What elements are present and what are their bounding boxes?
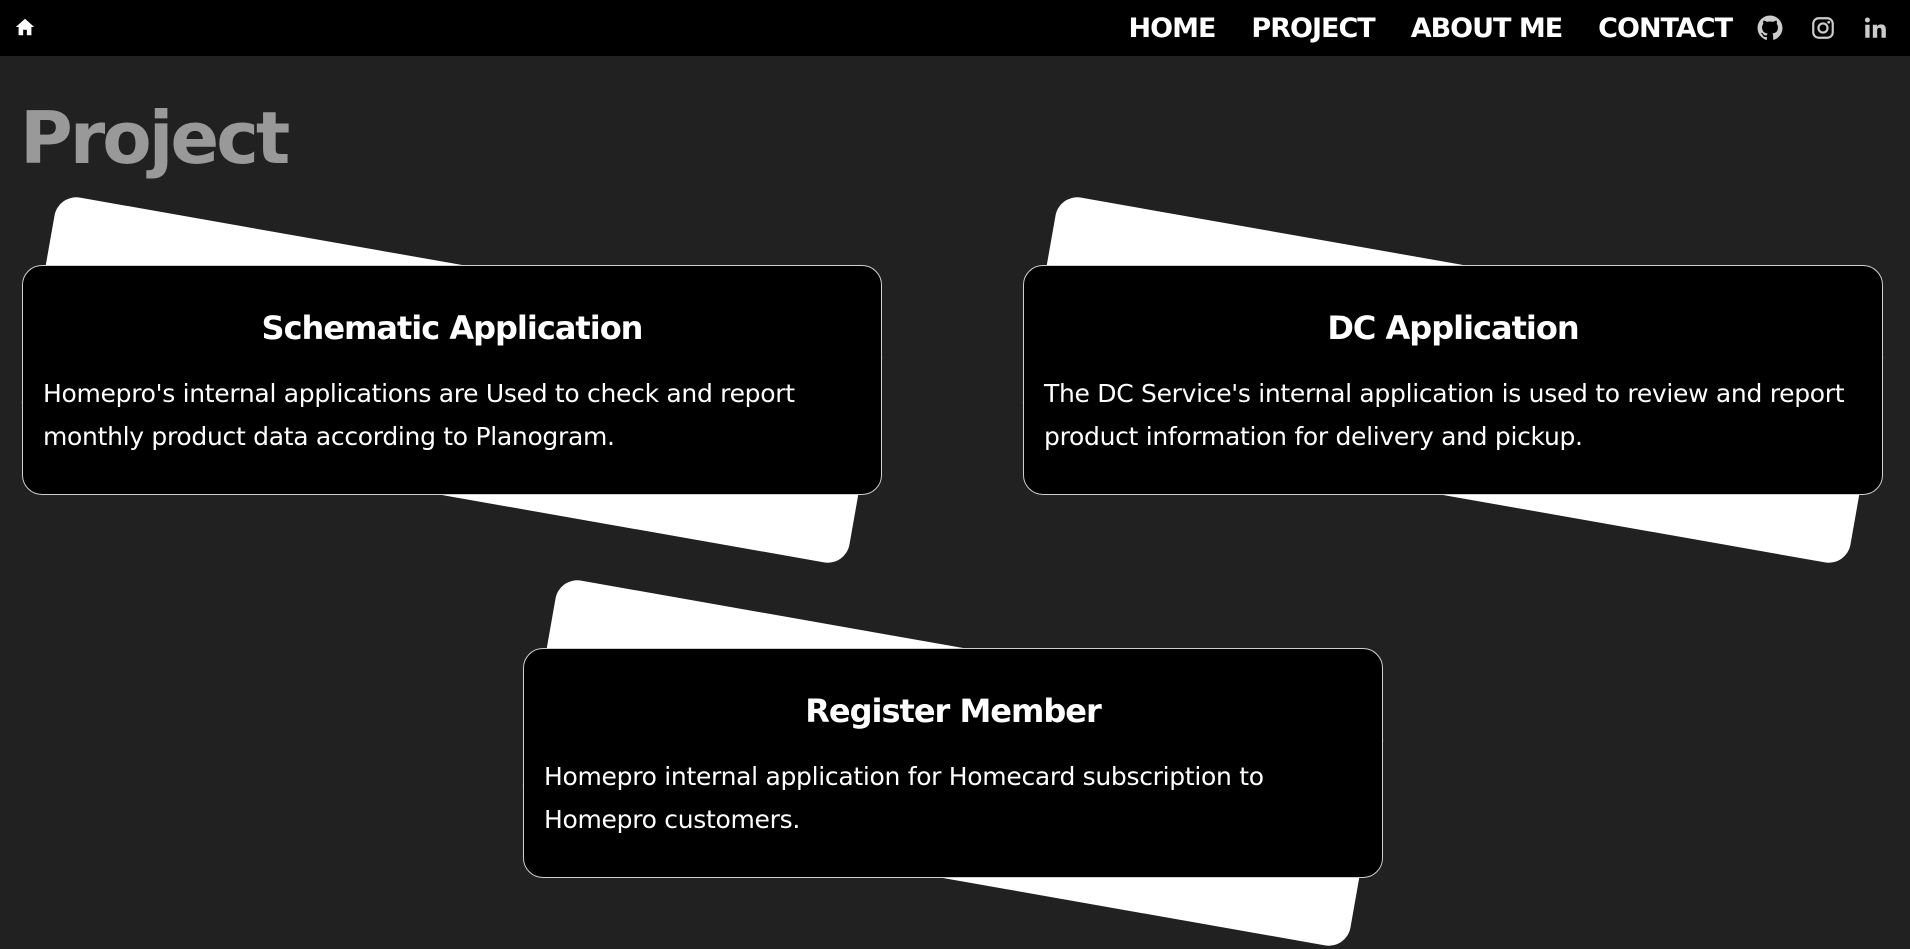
project-card-schematic: Schematic Application Homepro's internal… bbox=[18, 193, 886, 567]
github-icon[interactable] bbox=[1757, 15, 1783, 41]
project-card[interactable]: Register Member Homepro internal applica… bbox=[523, 648, 1383, 878]
project-title: DC Application bbox=[1327, 309, 1579, 347]
page-title: Project bbox=[20, 96, 290, 180]
project-title: Schematic Application bbox=[261, 309, 644, 347]
project-card-dc: DC Application The DC Service's internal… bbox=[1019, 193, 1887, 567]
project-description: The DC Service's internal application is… bbox=[1044, 379, 1845, 451]
project-title: Register Member bbox=[805, 692, 1101, 730]
nav-links: HOME PROJECT ABOUT ME CONTACT bbox=[1129, 0, 1733, 56]
nav-link-about-me[interactable]: ABOUT ME bbox=[1411, 13, 1563, 44]
nav-link-project[interactable]: PROJECT bbox=[1251, 13, 1375, 44]
project-card[interactable]: DC Application The DC Service's internal… bbox=[1023, 265, 1883, 495]
project-card-register: Register Member Homepro internal applica… bbox=[519, 576, 1387, 949]
home-icon[interactable] bbox=[14, 16, 36, 38]
linkedin-icon[interactable] bbox=[1862, 15, 1888, 41]
project-description: Homepro's internal applications are Used… bbox=[43, 379, 795, 451]
navbar: HOME PROJECT ABOUT ME CONTACT bbox=[0, 0, 1910, 56]
nav-link-contact[interactable]: CONTACT bbox=[1598, 13, 1733, 44]
project-card[interactable]: Schematic Application Homepro's internal… bbox=[22, 265, 882, 495]
project-description: Homepro internal application for Homecar… bbox=[544, 762, 1264, 834]
instagram-icon[interactable] bbox=[1810, 15, 1836, 41]
nav-link-home[interactable]: HOME bbox=[1129, 13, 1217, 44]
